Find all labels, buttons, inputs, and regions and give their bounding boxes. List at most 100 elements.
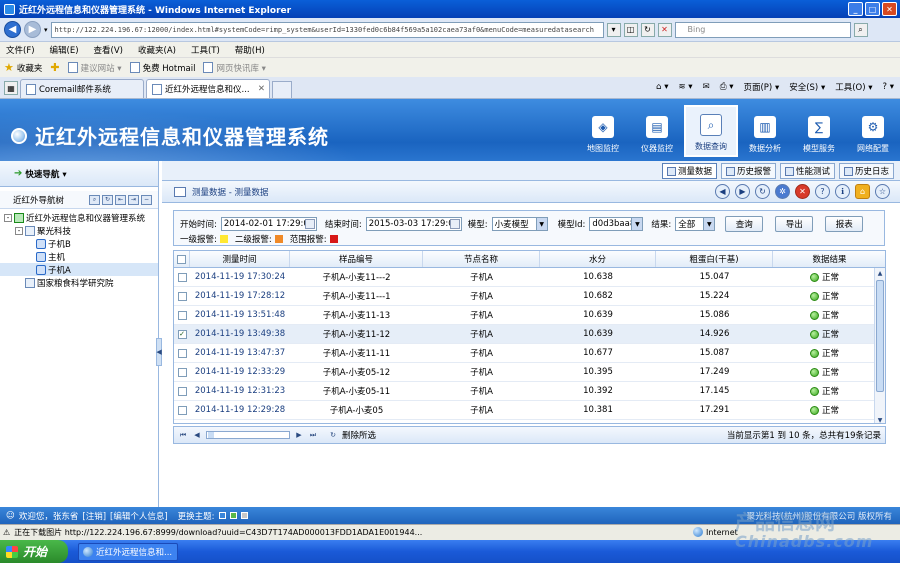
export-button[interactable]: 导出 — [775, 216, 814, 232]
menu-file[interactable]: 文件(F) — [6, 44, 35, 56]
report-button[interactable]: 报表 — [825, 216, 864, 232]
delete-selected-button[interactable]: 删除所选 — [342, 429, 376, 441]
row-checkbox[interactable] — [177, 291, 187, 301]
row-checkbox[interactable] — [177, 367, 187, 377]
module-data-query[interactable]: ⌕ 数据查询 — [684, 105, 738, 157]
model-select[interactable]: 小麦模型 ▼ — [491, 217, 548, 231]
menu-favorites[interactable]: 收藏夹(A) — [138, 44, 176, 56]
favorite-page-icon[interactable]: ☆ — [875, 184, 890, 199]
home-page-icon[interactable]: ⌂ — [855, 184, 870, 199]
module-map-monitor[interactable]: ◈ 地图监控 — [576, 105, 630, 157]
tree-node[interactable]: 主机 — [0, 250, 158, 263]
scroll-thumb[interactable] — [876, 280, 884, 392]
maximize-button[interactable]: □ — [865, 2, 880, 16]
select-all-checkbox[interactable] — [177, 254, 186, 264]
forward-button[interactable]: ▶ — [24, 21, 41, 38]
row-checkbox[interactable] — [177, 310, 187, 320]
table-row[interactable]: 2014-11-19 13:47:37 子机A-小麦11-11 子机A 10.677 1… — [174, 344, 876, 363]
table-row[interactable]: 2014-11-19 13:51:48 子机A-小麦11-13 子机A 10.639 1… — [174, 306, 876, 325]
table-scrollbar[interactable]: ▲ ▼ — [874, 268, 885, 424]
cmd-safety[interactable]: 安全(S) ▾ — [789, 81, 825, 93]
table-row[interactable]: 2014-11-19 17:28:12 子机A-小麦11---1 子机A 10.682… — [174, 287, 876, 306]
row-checkbox[interactable]: ✓ — [177, 329, 187, 339]
close-window-button[interactable]: ✕ — [882, 2, 897, 16]
first-page-icon[interactable]: ⏮ — [178, 430, 188, 440]
start-time-input[interactable]: 2014-02-01 17:29:03 — [220, 217, 317, 231]
print-icon[interactable]: ⎙ ▾ — [720, 82, 734, 92]
new-tab-button[interactable] — [272, 81, 292, 98]
tree-collapse-icon[interactable]: ⇥ — [128, 194, 139, 205]
result-select[interactable]: 全部 ▼ — [675, 217, 716, 231]
col-node-name[interactable]: 节点名称 — [423, 251, 540, 267]
end-time-input[interactable]: 2015-03-03 17:29:03 — [365, 217, 462, 231]
fav-hotmail[interactable]: 免费 Hotmail — [129, 62, 195, 74]
menu-help[interactable]: 帮助(H) — [235, 44, 265, 56]
next-page-icon[interactable]: ▶ — [294, 430, 304, 440]
url-input[interactable]: http://122.224.196.67:12000/index.html#s… — [50, 21, 604, 38]
table-row[interactable]: 2014-11-19 12:29:28 子机A-小麦05 子机A 10.381 17.2… — [174, 401, 876, 420]
scroll-down-icon[interactable]: ▼ — [875, 415, 885, 424]
model-id-select[interactable]: d0d3baa8 ▼ — [589, 217, 644, 231]
theme-green[interactable] — [229, 512, 237, 519]
tree-search-icon[interactable]: ⌕ — [89, 194, 100, 205]
query-button[interactable]: 查询 — [725, 216, 764, 232]
minimize-button[interactable]: _ — [848, 2, 863, 16]
favorites-button[interactable]: ★ 收藏夹 — [4, 61, 42, 74]
tree-node[interactable]: 子机A — [0, 263, 158, 276]
start-button[interactable]: 开始 — [0, 540, 68, 563]
back-icon[interactable]: ◀ — [715, 184, 730, 199]
subtab-measure-data[interactable]: 测量数据 — [661, 163, 717, 179]
help-icon[interactable]: ? ▾ — [883, 82, 894, 92]
quick-nav-header[interactable]: ➔ 快速导航 ▾ — [0, 161, 158, 187]
search-input[interactable]: Bing — [674, 21, 851, 38]
collapse-panel-handle[interactable]: ◀ — [156, 338, 162, 366]
refresh-icon[interactable]: ↻ — [640, 22, 655, 37]
scroll-up-icon[interactable]: ▲ — [875, 268, 885, 278]
row-checkbox[interactable] — [177, 386, 187, 396]
row-checkbox[interactable] — [177, 348, 187, 358]
calendar-icon[interactable] — [449, 219, 460, 229]
tree-node[interactable]: 子机B — [0, 237, 158, 250]
security-zone[interactable]: Internet — [693, 527, 738, 537]
prev-page-icon[interactable]: ◀ — [192, 430, 202, 440]
cmd-tools[interactable]: 工具(O) ▾ — [835, 81, 872, 93]
col-water[interactable]: 水分 — [540, 251, 656, 267]
theme-blue[interactable] — [218, 512, 226, 519]
tree-expand-icon[interactable]: ⇤ — [115, 194, 126, 205]
tab-nir-system[interactable]: 近红外远程信息和仪... ✕ — [146, 79, 270, 98]
logout-link[interactable]: [注销] — [82, 510, 106, 522]
fav-suggested-sites[interactable]: 建议网站 ▾ — [67, 62, 122, 74]
fav-web-slice[interactable]: 网页快讯库 ▾ — [203, 62, 266, 74]
tree-toggle-icon[interactable]: - — [4, 213, 12, 222]
close-tab-icon[interactable]: ✕ — [258, 84, 265, 94]
tree-node[interactable]: 国家粮食科学研究院 — [0, 276, 158, 289]
tree-minimize-icon[interactable]: − — [141, 194, 152, 205]
help-page-icon[interactable]: ? — [815, 184, 830, 199]
subtab-performance-test[interactable]: 性能测试 — [779, 163, 835, 179]
search-icon[interactable]: ⌕ — [853, 22, 868, 37]
table-row[interactable]: ✓ 2014-11-19 13:49:38 子机A-小麦11-12 子机A 10.639… — [174, 325, 876, 344]
tree-node[interactable]: - 近红外远程信息和仪器管理系统 — [0, 211, 158, 224]
module-data-analysis[interactable]: ▥ 数据分析 — [738, 105, 792, 157]
compat-view-icon[interactable]: ◫ — [623, 22, 638, 37]
close-page-icon[interactable]: ✕ — [795, 184, 810, 199]
taskbar-ie-item[interactable]: 近红外远程信息和... — [78, 542, 178, 561]
refresh-page-icon[interactable]: ↻ — [755, 184, 770, 199]
table-row[interactable]: 2014-11-19 12:31:23 子机A-小麦05-11 子机A 10.392 1… — [174, 382, 876, 401]
col-measure-time[interactable]: 测量时间 — [190, 251, 290, 267]
reload-icon[interactable]: ↻ — [328, 430, 338, 440]
theme-gray[interactable] — [240, 512, 248, 519]
tab-coremail[interactable]: Coremail邮件系统 — [20, 79, 144, 98]
history-dropdown-icon[interactable]: ▾ — [44, 26, 48, 34]
info-icon[interactable]: ℹ — [835, 184, 850, 199]
menu-edit[interactable]: 编辑(E) — [50, 44, 79, 56]
tree-toggle-icon[interactable]: - — [15, 226, 23, 235]
mail-icon[interactable]: ✉ — [703, 82, 710, 92]
feeds-icon[interactable]: ≋ ▾ — [678, 82, 692, 92]
quick-tabs-icon[interactable]: ▦ — [4, 81, 18, 95]
module-model-service[interactable]: ∑ 模型服务 — [792, 105, 846, 157]
add-favorite-icon[interactable]: ✚ — [50, 61, 59, 74]
calendar-icon[interactable] — [304, 219, 315, 229]
menu-view[interactable]: 查看(V) — [94, 44, 123, 56]
table-row[interactable]: 2014-11-19 17:30:24 子机A-小麦11---2 子机A 10.638… — [174, 268, 876, 287]
